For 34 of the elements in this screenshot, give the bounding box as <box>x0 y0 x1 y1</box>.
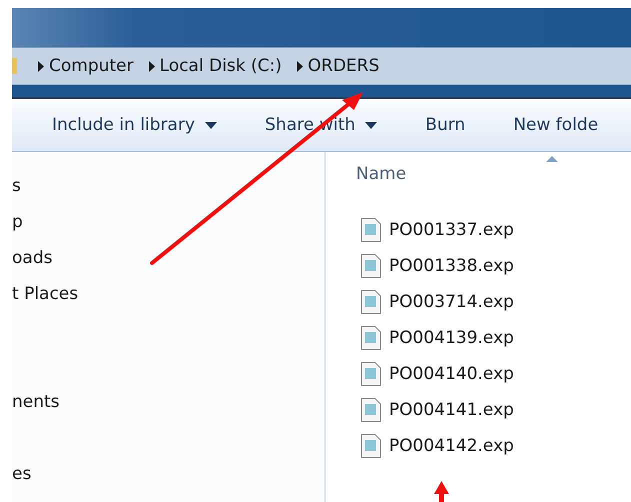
nav-item[interactable]: es <box>12 456 32 492</box>
file-icon <box>361 290 381 314</box>
file-name[interactable]: PO004139.exp <box>389 328 514 348</box>
file-name[interactable]: PO001338.exp <box>389 256 514 276</box>
toolbar-button[interactable]: New folde <box>513 115 598 135</box>
annotation-arrow <box>434 481 449 502</box>
file-icon <box>361 218 381 242</box>
file-name[interactable]: PO001337.exp <box>389 220 514 240</box>
file-name[interactable]: PO003714.exp <box>389 292 514 312</box>
breadcrumb-item[interactable]: Computer <box>45 56 140 76</box>
chevron-icon[interactable] <box>296 60 304 72</box>
toolbar-button[interactable]: Burn <box>425 115 466 135</box>
sort-icon <box>546 156 558 162</box>
breadcrumb-item[interactable]: ORDERS <box>304 56 386 76</box>
chevron-icon[interactable] <box>148 60 156 72</box>
column-header[interactable]: Name <box>356 164 406 190</box>
nav-item[interactable]: p <box>12 204 23 240</box>
file-icon <box>361 362 381 386</box>
file-name[interactable]: PO004142.exp <box>389 436 514 456</box>
file-name[interactable]: PO004140.exp <box>389 364 514 384</box>
nav-item[interactable]: t Places <box>12 276 78 312</box>
breadcrumb-item[interactable]: Local Disk (C:) <box>156 56 288 76</box>
nav-item[interactable]: nents <box>12 384 60 420</box>
address-bar[interactable]: Computer Local Disk (C:) ORDERS <box>12 47 631 85</box>
chevron-icon[interactable] <box>37 60 45 72</box>
file-icon <box>361 434 381 458</box>
folder-icon <box>12 58 17 74</box>
file-icon <box>361 398 381 422</box>
file-icon <box>361 254 381 278</box>
toolbar-button[interactable]: Include in library <box>52 115 217 135</box>
nav-item[interactable]: oads <box>12 240 52 276</box>
file-name[interactable]: PO004141.exp <box>389 400 514 420</box>
nav-item[interactable]: s <box>12 168 21 204</box>
file-icon <box>361 326 381 350</box>
